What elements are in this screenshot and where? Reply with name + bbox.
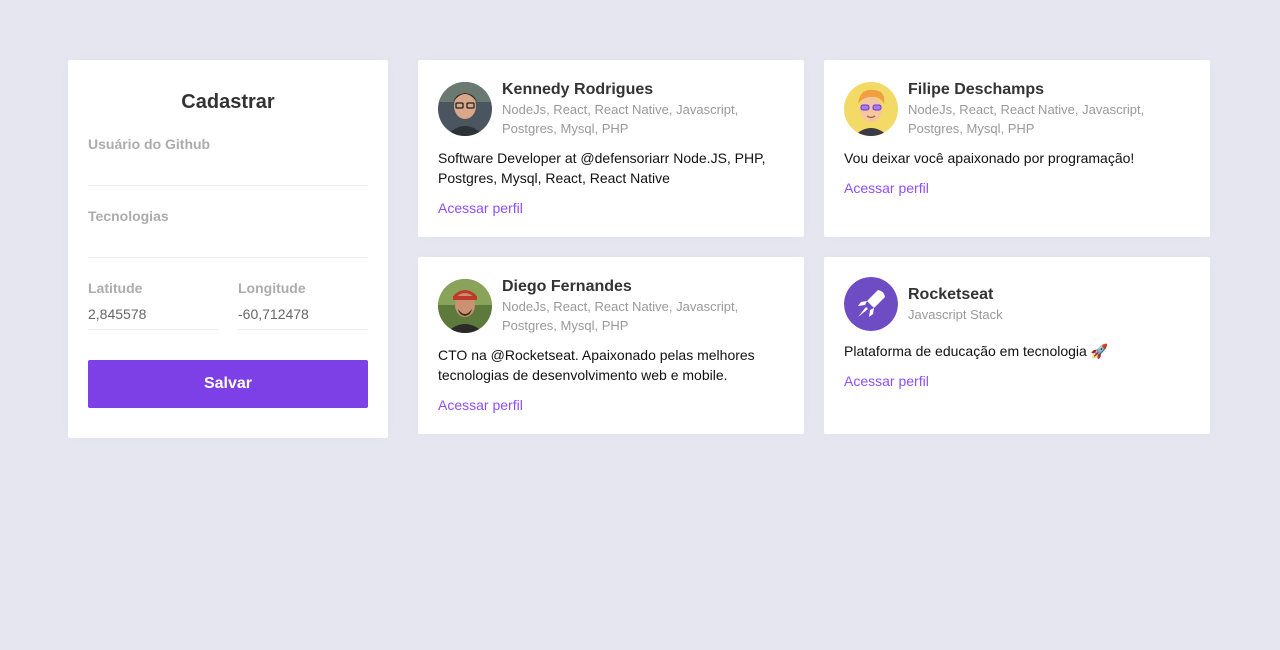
dev-bio: Software Developer at @defensoriarr Node… [438, 150, 766, 186]
dev-card: Diego Fernandes NodeJs, React, React Nat… [418, 257, 804, 434]
save-button[interactable]: Salvar [88, 360, 368, 408]
user-photo-icon [438, 82, 492, 136]
dev-techs: NodeJs, React, React Native, Javascript,… [908, 102, 1145, 136]
dev-user-info: Filipe Deschamps NodeJs, React, React Na… [908, 80, 1190, 138]
github-label: Usuário do Github [88, 136, 211, 152]
techs-input[interactable] [88, 226, 368, 258]
dev-list: Kennedy Rodrigues NodeJs, React, React N… [418, 60, 1210, 434]
latitude-field-block: Latitude [88, 278, 218, 330]
dev-bio: Vou deixar você apaixonado por programaç… [844, 150, 1135, 166]
techs-label: Tecnologias [88, 208, 169, 224]
dev-user-info: Diego Fernandes NodeJs, React, React Nat… [502, 277, 784, 335]
profile-link[interactable]: Acessar perfil [438, 200, 523, 216]
dev-user-info: Kennedy Rodrigues NodeJs, React, React N… [502, 80, 784, 138]
dev-card: Rocketseat Javascript Stack Plataforma d… [824, 257, 1210, 434]
register-form-panel: Cadastrar Usuário do Github Tecnologias … [68, 60, 388, 438]
app: Cadastrar Usuário do Github Tecnologias … [68, 60, 1210, 438]
dev-bio: CTO na @Rocketseat. Apaixonado pelas mel… [438, 347, 755, 383]
dev-user-info: Rocketseat Javascript Stack [908, 285, 1003, 324]
dev-techs: NodeJs, React, React Native, Javascript,… [502, 299, 739, 333]
github-field-block: Usuário do Github [88, 134, 368, 186]
longitude-input[interactable] [238, 298, 368, 330]
dev-techs: Javascript Stack [908, 306, 1003, 322]
dev-name: Filipe Deschamps [908, 81, 1045, 98]
dev-name: Diego Fernandes [502, 278, 632, 295]
coordinates-group: Latitude Longitude [88, 258, 368, 330]
dev-card: Kennedy Rodrigues NodeJs, React, React N… [418, 60, 804, 237]
register-form: Usuário do Github Tecnologias Latitude L… [88, 134, 368, 408]
latitude-input[interactable] [88, 298, 218, 330]
dev-card-header: Kennedy Rodrigues NodeJs, React, React N… [438, 80, 784, 138]
dev-name: Kennedy Rodrigues [502, 81, 654, 98]
cartoon-avatar-icon [844, 82, 898, 136]
latitude-label: Latitude [88, 280, 143, 296]
rocket-logo-icon [844, 277, 898, 331]
user-photo-icon [438, 279, 492, 333]
dev-card: Filipe Deschamps NodeJs, React, React Na… [824, 60, 1210, 237]
profile-link[interactable]: Acessar perfil [438, 397, 523, 413]
form-title: Cadastrar [181, 91, 275, 113]
dev-list-area: Kennedy Rodrigues NodeJs, React, React N… [418, 60, 1210, 434]
github-username-input[interactable] [88, 154, 368, 186]
dev-card-header: Rocketseat Javascript Stack [844, 277, 1190, 331]
dev-bio: Plataforma de educação em tecnologia 🚀 [844, 343, 1109, 359]
longitude-label: Longitude [238, 280, 306, 296]
longitude-field-block: Longitude [238, 278, 368, 330]
dev-techs: NodeJs, React, React Native, Javascript,… [502, 102, 739, 136]
profile-link[interactable]: Acessar perfil [844, 373, 929, 389]
dev-card-header: Filipe Deschamps NodeJs, React, React Na… [844, 80, 1190, 138]
dev-name: Rocketseat [908, 285, 994, 303]
techs-field-block: Tecnologias [88, 206, 368, 258]
profile-link[interactable]: Acessar perfil [844, 180, 929, 196]
dev-card-header: Diego Fernandes NodeJs, React, React Nat… [438, 277, 784, 335]
